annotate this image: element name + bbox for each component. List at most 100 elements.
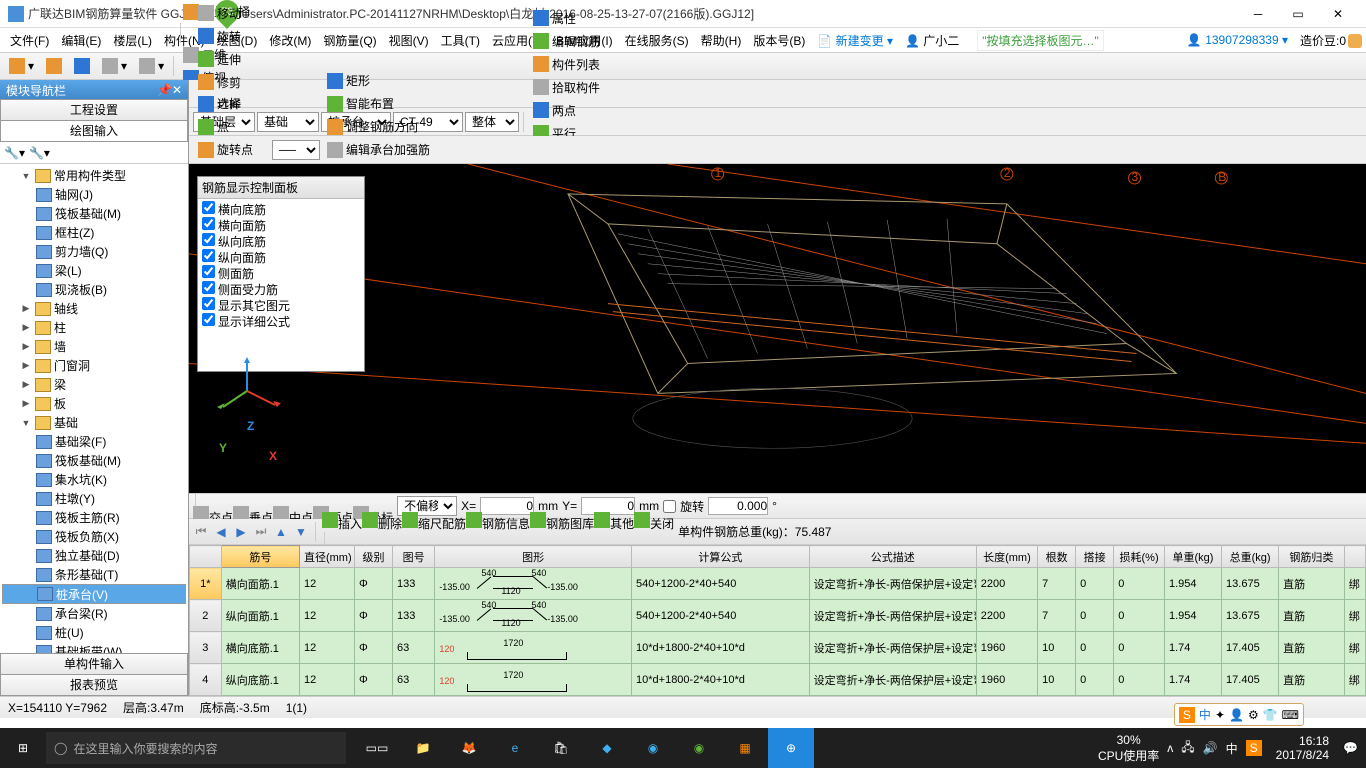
expand-icon[interactable] xyxy=(20,379,32,391)
data-其他[interactable]: 其他 xyxy=(594,517,634,531)
col-header[interactable]: 级别 xyxy=(354,546,392,568)
tool-旋转[interactable]: 旋转 xyxy=(193,25,270,48)
tray-ime-icon[interactable]: 中 xyxy=(1226,740,1238,757)
table-row[interactable]: 2纵向面筋.112Φ133-135.00540540-135.001120540… xyxy=(190,600,1366,632)
nav-down-icon[interactable]: ▼ xyxy=(293,525,309,539)
minimize-button[interactable]: ─ xyxy=(1238,7,1278,21)
account-number[interactable]: 👤 13907298339 ▾ xyxy=(1187,33,1288,47)
rebar-check[interactable]: 横向面筋 xyxy=(202,217,360,233)
menu-item[interactable]: 文件(F) xyxy=(4,32,55,50)
data-钢筋图库[interactable]: 钢筋图库 xyxy=(530,517,594,531)
open-file-icon[interactable] xyxy=(41,55,67,77)
tree-node[interactable]: 门窗洞 xyxy=(2,356,186,375)
tool-修剪[interactable]: 修剪 xyxy=(193,71,270,94)
start-button[interactable]: ⊞ xyxy=(0,728,46,768)
col-header[interactable] xyxy=(190,546,222,568)
taskbar-clock[interactable]: 16:182017/8/24 xyxy=(1270,734,1335,762)
col-header[interactable]: 公式描述 xyxy=(809,546,976,568)
expand-icon[interactable] xyxy=(20,322,32,334)
menu-item[interactable]: 修改(M) xyxy=(263,32,317,50)
rebar-check[interactable]: 侧面受力筋 xyxy=(202,281,360,297)
data-钢筋信息[interactable]: 钢筋信息 xyxy=(466,517,530,531)
tree-node[interactable]: 梁 xyxy=(2,375,186,394)
tool-构件列表[interactable]: 构件列表 xyxy=(528,53,605,76)
tree-node[interactable]: 墙 xyxy=(2,337,186,356)
tb-app3-icon[interactable]: ◉ xyxy=(676,728,722,768)
tree-node[interactable]: 基础梁(F) xyxy=(2,432,186,451)
expand-icon[interactable] xyxy=(20,417,32,429)
maximize-button[interactable]: ▭ xyxy=(1278,7,1318,21)
rebar-check[interactable]: 横向底筋 xyxy=(202,201,360,217)
hint-box[interactable]: "按填充选择板图元…" xyxy=(977,30,1104,51)
menu-new-change[interactable]: 📄 新建变更 ▾ xyxy=(811,30,899,51)
tree-node[interactable]: 梁(L) xyxy=(2,261,186,280)
nav-first-icon[interactable]: ⏮ xyxy=(193,524,209,539)
tree-node[interactable]: 条形基础(T) xyxy=(2,565,186,584)
tool-调整钢筋方向[interactable]: 调整钢筋方向 xyxy=(322,115,435,138)
tb-app4-icon[interactable]: ▦ xyxy=(722,728,768,768)
tool-编辑钢筋[interactable]: 编辑钢筋 xyxy=(528,30,605,53)
taskbar-search[interactable]: ◯ 在这里输入你要搜索的内容 xyxy=(46,732,346,764)
tool-两点[interactable]: 两点 xyxy=(528,99,605,122)
nav-last-icon[interactable]: ⏭ xyxy=(253,524,269,539)
tree-node[interactable]: 筏板主筋(R) xyxy=(2,508,186,527)
pin-icon[interactable]: 📌 xyxy=(157,83,172,97)
col-header[interactable]: 根数 xyxy=(1038,546,1076,568)
nav-up-icon[interactable]: ▲ xyxy=(273,525,289,539)
expand-icon[interactable] xyxy=(20,398,32,410)
tree-node[interactable]: 集水坑(K) xyxy=(2,470,186,489)
tool-编辑承台加强筋[interactable]: 编辑承台加强筋 xyxy=(322,138,435,161)
tree-node[interactable]: 承台梁(R) xyxy=(2,604,186,623)
tool-延伸[interactable]: 延伸 xyxy=(193,48,270,71)
tree-node[interactable]: 筏板基础(M) xyxy=(2,451,186,470)
tree-node[interactable]: 轴线 xyxy=(2,299,186,318)
rebar-check[interactable]: 显示详细公式 xyxy=(202,313,360,329)
tree-node[interactable]: 桩(U) xyxy=(2,623,186,642)
col-header[interactable]: 长度(mm) xyxy=(976,546,1037,568)
tb-firefox-icon[interactable]: 🦊 xyxy=(446,728,492,768)
expand-icon[interactable] xyxy=(20,303,32,315)
expand-icon[interactable] xyxy=(20,341,32,353)
tool-矩形[interactable]: 矩形 xyxy=(322,69,435,92)
3d-viewport[interactable]: 1 2 3 B 钢筋显示控制面板 横向底筋横向面筋纵向底筋纵向面筋侧面筋侧面受力… xyxy=(189,164,1366,493)
tool-点[interactable]: 点 xyxy=(193,115,270,138)
tab-draw-input[interactable]: 绘图输入 xyxy=(0,120,188,142)
tray-sogou-icon[interactable]: S xyxy=(1246,740,1262,756)
tb-app5-icon[interactable]: ⊕ xyxy=(768,728,814,768)
tree-tool2-icon[interactable]: 🔧▾ xyxy=(29,146,50,160)
col-header[interactable] xyxy=(1344,546,1365,568)
undo-icon[interactable]: ▾ xyxy=(97,55,132,77)
col-header[interactable]: 直径(mm) xyxy=(299,546,354,568)
tray-up-icon[interactable]: ʌ xyxy=(1167,741,1173,755)
tb-edge-icon[interactable]: e xyxy=(492,728,538,768)
col-header[interactable]: 总重(kg) xyxy=(1222,546,1279,568)
menu-item[interactable]: 楼层(L) xyxy=(107,32,158,50)
notifications-icon[interactable]: 💬 xyxy=(1343,741,1358,755)
tree-node[interactable]: 独立基础(D) xyxy=(2,546,186,565)
tool-选择[interactable]: 选择 xyxy=(193,92,270,115)
menu-item[interactable]: 在线服务(S) xyxy=(619,32,695,50)
tool-旋转点[interactable]: 旋转点 xyxy=(193,138,270,161)
tb-app2-icon[interactable]: ◉ xyxy=(630,728,676,768)
col-header[interactable]: 搭接 xyxy=(1076,546,1114,568)
rotate-input[interactable] xyxy=(708,497,768,515)
tree-node[interactable]: 筏板负筋(X) xyxy=(2,527,186,546)
rebar-check[interactable]: 纵向面筋 xyxy=(202,249,360,265)
menu-item[interactable]: 编辑(E) xyxy=(55,32,107,50)
data-删除[interactable]: 删除 xyxy=(362,517,402,531)
tab-single-input[interactable]: 单构件输入 xyxy=(0,653,188,675)
col-header[interactable]: 计算公式 xyxy=(632,546,810,568)
menu-item[interactable]: 帮助(H) xyxy=(695,32,748,50)
tray-vol-icon[interactable]: 🔊 xyxy=(1203,741,1218,755)
rebar-check[interactable]: 纵向底筋 xyxy=(202,233,360,249)
tree-node[interactable]: 板 xyxy=(2,394,186,413)
save-icon[interactable] xyxy=(69,55,95,77)
rebar-check[interactable]: 显示其它图元 xyxy=(202,297,360,313)
tree-node[interactable]: 框柱(Z) xyxy=(2,223,186,242)
tb-folder-icon[interactable]: 📁 xyxy=(400,728,446,768)
data-插入[interactable]: 插入 xyxy=(322,517,362,531)
col-header[interactable]: 单重(kg) xyxy=(1164,546,1221,568)
tab-project-settings[interactable]: 工程设置 xyxy=(0,99,188,121)
tree-node[interactable]: 轴网(J) xyxy=(2,185,186,204)
new-file-icon[interactable]: ▾ xyxy=(4,55,39,77)
